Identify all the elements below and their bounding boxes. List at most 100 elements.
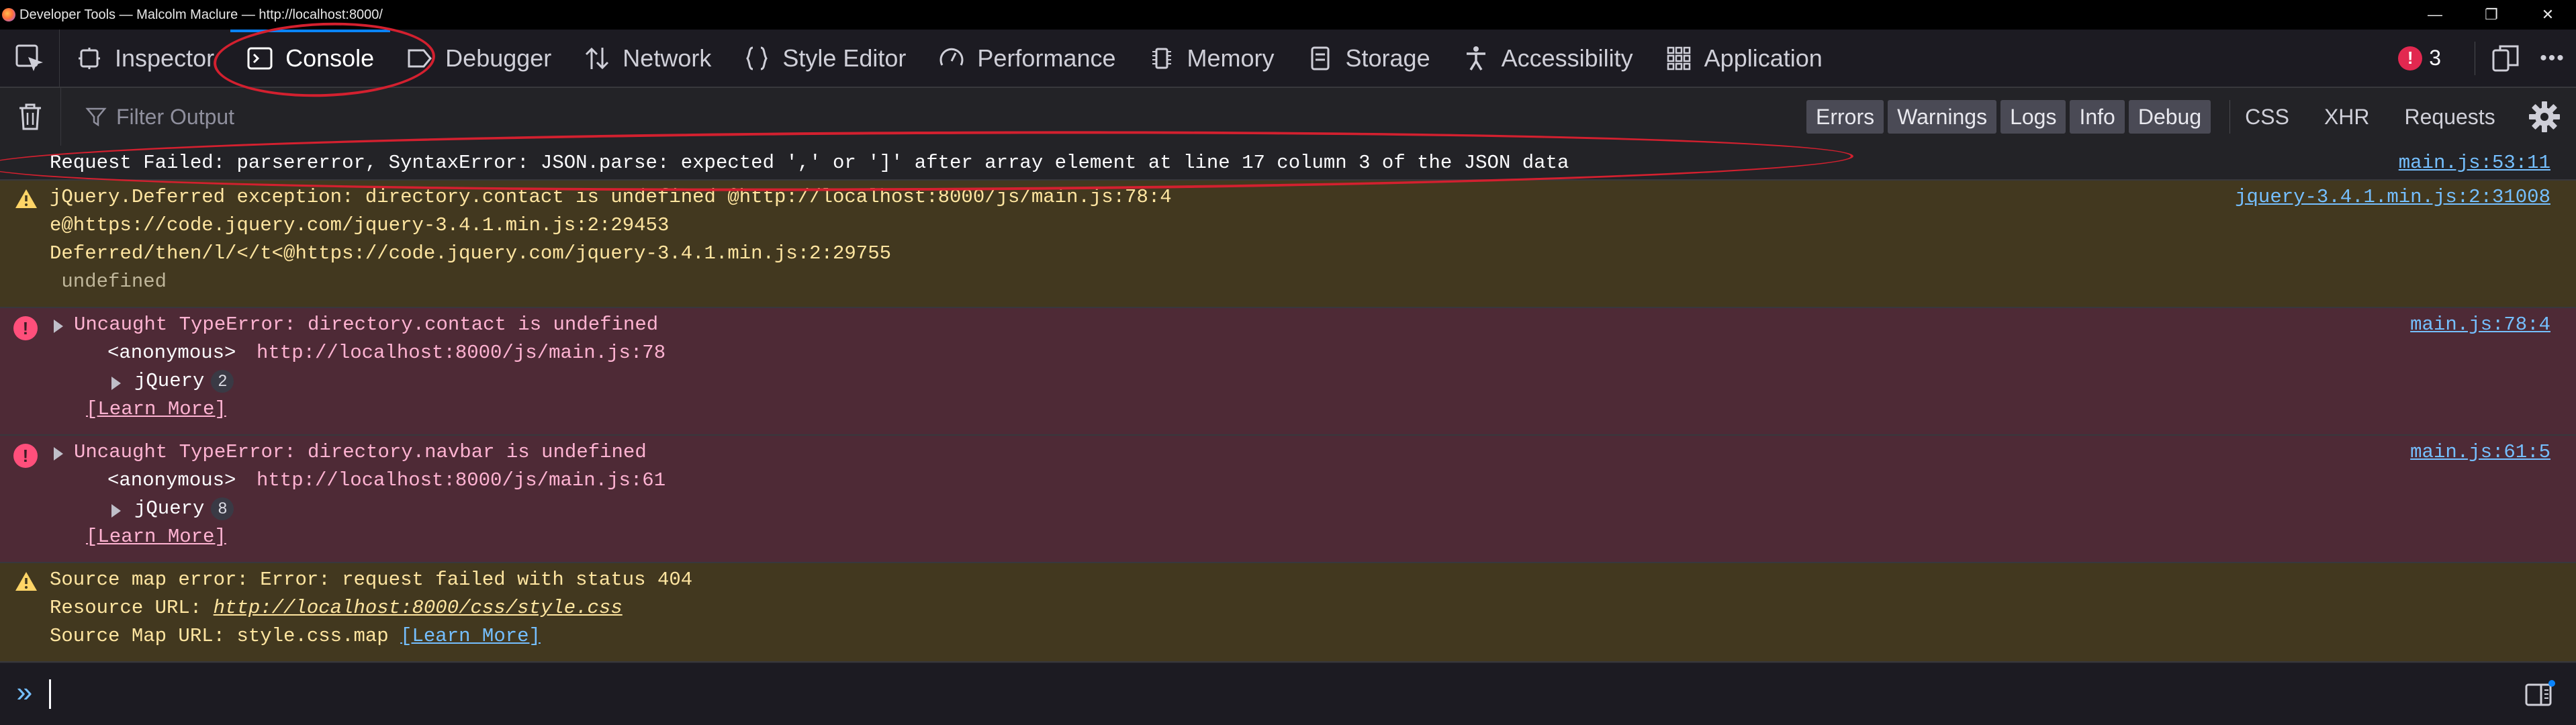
accessibility-icon <box>1461 44 1491 73</box>
dock-side-icon <box>2492 45 2519 71</box>
tab-accessibility[interactable]: Accessibility <box>1446 30 1649 87</box>
filter-info-button[interactable]: Info <box>2070 100 2125 134</box>
window-title: Developer Tools — Malcolm Maclure — http… <box>19 7 383 22</box>
toggle-sidebar-icon[interactable] <box>2525 679 2556 708</box>
warning-icon <box>15 572 37 591</box>
tab-label: Console <box>285 44 375 72</box>
filter-requests-button[interactable]: Requests <box>2405 105 2495 130</box>
tab-label: Performance <box>977 44 1116 72</box>
text-cursor <box>49 679 52 709</box>
console-message-log[interactable]: Request Failed: parsererror, SyntaxError… <box>0 146 2576 181</box>
tab-application[interactable]: Application <box>1649 30 1839 87</box>
filter-warnings-button[interactable]: Warnings <box>1888 100 1997 134</box>
stack-line: e@https://code.jquery.com/jquery-3.4.1.m… <box>50 214 670 236</box>
message-source-link[interactable]: main.js:53:11 <box>2399 152 2550 174</box>
stack-group[interactable]: jQuery 2 <box>134 370 234 393</box>
stack-frame-name: <anonymous> <box>107 469 236 491</box>
toolbar-right-controls: ! 3 ••• <box>2398 30 2576 87</box>
error-icon: ! <box>13 444 38 468</box>
trash-icon <box>19 103 41 130</box>
learn-more-link[interactable]: [Learn More] <box>400 625 541 647</box>
message-text: Uncaught TypeError: directory.navbar is … <box>74 441 647 463</box>
expand-group-arrow-icon[interactable] <box>111 504 121 518</box>
minimize-button[interactable]: — <box>2407 0 2463 30</box>
warning-icon <box>15 189 37 208</box>
tab-label: Application <box>1704 44 1823 72</box>
error-count-indicator[interactable]: ! 3 <box>2398 46 2441 70</box>
restore-button[interactable]: ❐ <box>2463 0 2520 30</box>
resource-url-label: Resource URL: <box>50 597 214 619</box>
console-message-warning[interactable]: Source map error: Error: request failed … <box>0 563 2576 663</box>
tab-label: Debugger <box>445 44 552 72</box>
tab-storage[interactable]: Storage <box>1291 30 1446 87</box>
message-return-value: undefined <box>50 271 167 293</box>
tab-label: Memory <box>1187 44 1275 72</box>
log-level-filters: Errors Warnings Logs Info Debug CSS XHR … <box>1806 88 2530 146</box>
tab-label: Style Editor <box>782 44 907 72</box>
network-icon <box>582 44 612 73</box>
filter-xhr-button[interactable]: XHR <box>2324 105 2370 130</box>
message-source-link[interactable]: jquery-3.4.1.min.js:2:31008 <box>2235 186 2550 208</box>
resource-url-row: Resource URL: http://localhost:8000/css/… <box>50 597 623 619</box>
expand-arrow-icon[interactable] <box>54 447 63 461</box>
style-editor-icon <box>742 44 772 73</box>
tab-inspector[interactable]: Inspector <box>60 30 230 87</box>
tab-label: Network <box>623 44 712 72</box>
debugger-icon <box>405 44 434 73</box>
console-filter-bar: Errors Warnings Logs Info Debug CSS XHR … <box>0 88 2576 147</box>
message-text: Request Failed: parsererror, SyntaxError… <box>50 152 1569 174</box>
message-text: Source map error: Error: request failed … <box>50 569 693 591</box>
devtools-toolbar: Inspector Console Debugger Network Style… <box>0 30 2576 88</box>
source-map-url-label: Source Map URL: style.css.map <box>50 625 401 647</box>
stack-group-name: jQuery <box>134 497 205 520</box>
firefox-logo-icon <box>2 8 15 21</box>
filter-debug-button[interactable]: Debug <box>2128 100 2211 134</box>
console-input[interactable]: » <box>0 663 2576 725</box>
filter-errors-button[interactable]: Errors <box>1806 100 1884 134</box>
filter-output-field[interactable] <box>85 93 1831 140</box>
window-controls: — ❐ ✕ <box>2407 0 2576 30</box>
memory-icon <box>1147 44 1177 73</box>
performance-icon <box>937 44 966 73</box>
filter-css-button[interactable]: CSS <box>2245 105 2289 130</box>
stack-group-count: 2 <box>211 370 234 393</box>
element-picker-button[interactable] <box>0 30 60 87</box>
console-settings-button[interactable] <box>2524 96 2565 138</box>
gear-icon <box>2529 101 2560 132</box>
stack-group[interactable]: jQuery 8 <box>134 497 234 520</box>
filter-logs-button[interactable]: Logs <box>2000 100 2066 134</box>
clear-console-button[interactable] <box>0 88 61 146</box>
expand-group-arrow-icon[interactable] <box>111 377 121 390</box>
stack-frame-url[interactable]: http://localhost:8000/js/main.js:61 <box>257 469 665 491</box>
expand-arrow-icon[interactable] <box>54 320 63 333</box>
dock-options-button[interactable] <box>2482 35 2529 82</box>
more-options-button[interactable]: ••• <box>2529 35 2576 82</box>
tab-label: Storage <box>1345 44 1430 72</box>
message-source-link[interactable]: main.js:61:5 <box>2410 441 2550 463</box>
tab-debugger[interactable]: Debugger <box>390 30 567 87</box>
console-message-warning[interactable]: jQuery.Deferred exception: directory.con… <box>0 181 2576 308</box>
close-window-button[interactable]: ✕ <box>2520 0 2576 30</box>
error-count: 3 <box>2429 46 2441 70</box>
message-source-link[interactable]: main.js:78:4 <box>2410 313 2550 336</box>
console-prompt-icon: » <box>16 678 34 710</box>
tab-label: Inspector <box>115 44 215 72</box>
stack-frame-url[interactable]: http://localhost:8000/js/main.js:78 <box>257 342 665 364</box>
learn-more-link[interactable]: [Learn More] <box>86 398 226 420</box>
tab-label: Accessibility <box>1501 44 1633 72</box>
tab-memory[interactable]: Memory <box>1132 30 1291 87</box>
console-message-error[interactable]: ! Uncaught TypeError: directory.contact … <box>0 308 2576 436</box>
stack-frame-name: <anonymous> <box>107 342 236 364</box>
filter-output-input[interactable] <box>115 103 1729 130</box>
console-output[interactable]: Request Failed: parsererror, SyntaxError… <box>0 146 2576 663</box>
tab-style-editor[interactable]: Style Editor <box>727 30 922 87</box>
tab-network[interactable]: Network <box>567 30 727 87</box>
message-text: jQuery.Deferred exception: directory.con… <box>50 186 1172 208</box>
resource-url-link[interactable]: http://localhost:8000/css/style.css <box>214 597 623 619</box>
learn-more-link[interactable]: [Learn More] <box>86 526 226 548</box>
tab-console[interactable]: Console <box>230 30 391 87</box>
stack-group-count: 8 <box>211 497 234 520</box>
console-message-error[interactable]: ! Uncaught TypeError: directory.navbar i… <box>0 436 2576 563</box>
stack-group-name: jQuery <box>134 370 205 392</box>
tab-performance[interactable]: Performance <box>922 30 1132 87</box>
